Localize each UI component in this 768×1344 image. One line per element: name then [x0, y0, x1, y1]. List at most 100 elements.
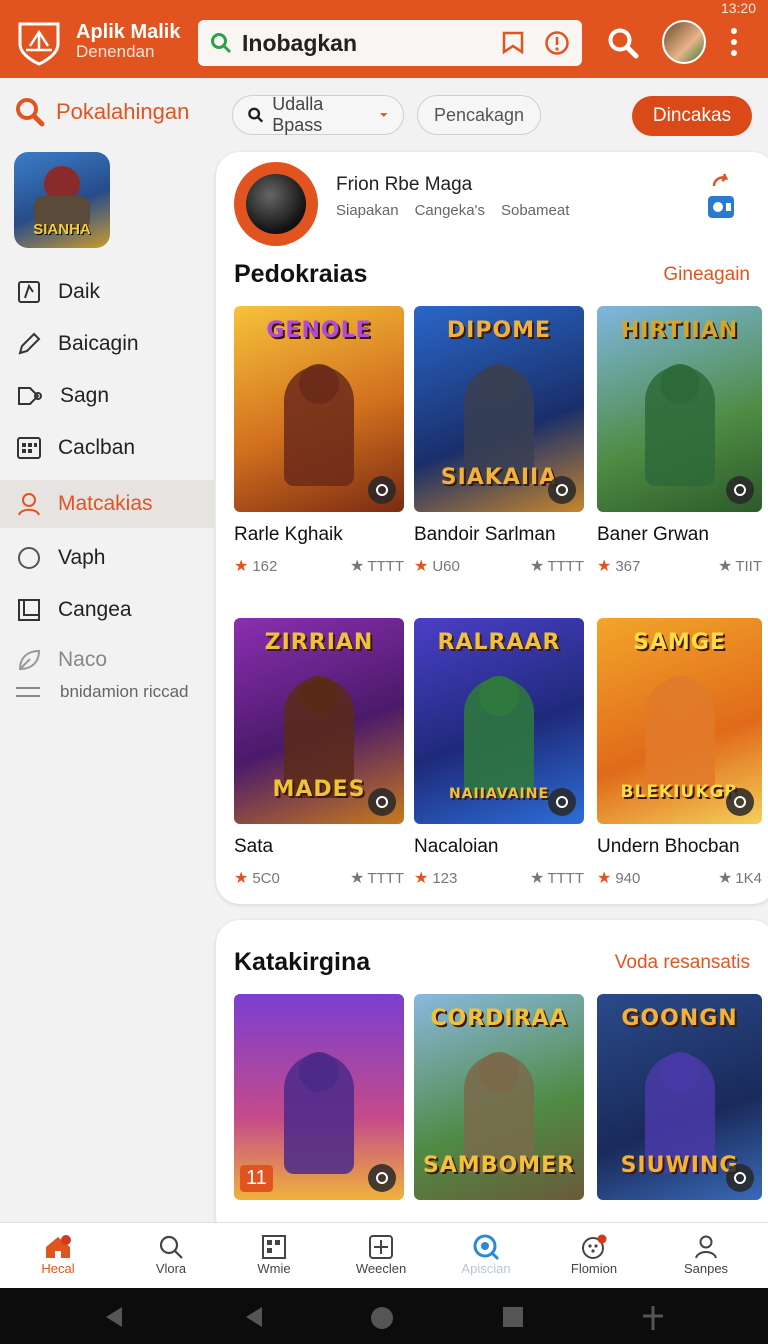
sidebar-item-daik[interactable]: Daik — [0, 268, 214, 316]
sidebar-sub-item[interactable]: bnidamion riccad — [16, 682, 189, 702]
game-card[interactable]: RALRAAR NAIIAVAINE Nacaloian ★ 123 ★ TTTT — [414, 618, 584, 888]
publisher-name: Frion Rbe Maga — [336, 174, 473, 195]
see-more-link[interactable]: Gineagain — [663, 264, 750, 286]
game-title: Rarle Kghaik — [234, 524, 343, 545]
grid-icon — [262, 1235, 286, 1259]
play-icon[interactable] — [726, 476, 754, 504]
game-card[interactable]: 11 — [234, 994, 404, 1200]
search-icon[interactable] — [606, 26, 640, 60]
leaf-icon — [18, 649, 41, 671]
meta-item: Cangeka's — [414, 202, 485, 219]
back-icon[interactable] — [244, 1306, 264, 1328]
star-icon: ★ — [234, 558, 249, 575]
secondary-pill-label: Pencakagn — [433, 104, 525, 125]
share-icon[interactable] — [706, 172, 736, 224]
search-icon — [248, 107, 264, 123]
sidebar-item-sagn[interactable]: Sagn — [0, 372, 214, 420]
star-icon: ★ — [350, 870, 365, 887]
game-card[interactable]: DIPOME SIAKAIIA Bandoir Sarlman ★ U60 ★ TT… — [414, 306, 584, 576]
status-time: 13:20 — [720, 0, 756, 16]
play-icon[interactable] — [368, 476, 396, 504]
sidebar-item-vaph[interactable]: Vaph — [0, 534, 214, 582]
rating: 162 — [252, 558, 278, 575]
play-icon[interactable] — [548, 476, 576, 504]
game-art: 11 — [234, 994, 404, 1200]
play-icon[interactable] — [368, 1164, 396, 1192]
play-icon[interactable] — [726, 788, 754, 816]
star-icon: ★ — [234, 870, 249, 887]
game-art: GOONGN SIUWING — [597, 994, 762, 1200]
game-stats: ★ 123 ★ TTTT — [414, 868, 584, 888]
secondary-pill[interactable]: Pencakagn — [417, 95, 541, 135]
star-icon: ★ — [597, 870, 612, 887]
search-field[interactable]: Inobagkan — [198, 20, 582, 66]
see-more-link[interactable]: Voda resansatis — [615, 952, 750, 974]
play-icon[interactable] — [726, 1164, 754, 1192]
nav-label: Sanpes — [683, 1261, 729, 1276]
game-art: CORDIRAA SAMBOMER — [414, 994, 584, 1200]
sidebar-item-baicagin[interactable]: Baicagin — [0, 320, 214, 368]
character-art — [284, 1054, 354, 1174]
bookmark-icon[interactable] — [500, 30, 526, 56]
play-icon[interactable] — [368, 788, 396, 816]
accessibility-icon[interactable] — [642, 1306, 664, 1330]
nav-tab-flomion[interactable]: Flomion — [546, 1233, 642, 1276]
star-icon: ★ — [717, 870, 733, 887]
game-card[interactable]: CORDIRAA SAMBOMER — [414, 994, 584, 1200]
game-art: ZIRRIAN MADES — [234, 618, 404, 824]
game-card[interactable]: ZIRRIAN MADES Sata ★ 5C0 ★ TTTT — [234, 618, 404, 888]
sidebar-item-cangea[interactable]: Cangea — [0, 586, 214, 634]
nav-label: Hecal — [41, 1261, 75, 1276]
nav-tab-apiscian[interactable]: Apiscian — [438, 1233, 534, 1276]
app-subtitle: Denendan — [76, 42, 155, 61]
more-menu-icon[interactable] — [726, 24, 742, 60]
nav-tab-games[interactable]: Wmie — [226, 1233, 322, 1276]
game-card[interactable]: GENOLE Rarle Kghaik ★ 162 ★ TTTT — [234, 306, 404, 576]
nav-label: Flomion — [570, 1261, 618, 1276]
star-icon: ★ — [530, 558, 545, 575]
top-app-bar: 13:20 Aplik Malik Denendan Inobagkan — [0, 0, 768, 78]
back-icon[interactable] — [104, 1306, 124, 1328]
chevron-down-icon — [380, 113, 389, 117]
primary-action-button[interactable]: Dincakas — [632, 96, 752, 136]
game-title: Sata — [234, 836, 274, 857]
sidebar-game-thumbnail[interactable]: SIANHA — [14, 152, 110, 248]
sidebar-item-naco[interactable]: Naco — [0, 636, 214, 684]
art-title: RALRAAR — [437, 630, 561, 655]
nav-tab-search[interactable]: Vlora — [123, 1233, 219, 1276]
game-stats: ★ 367 ★ TIIT — [597, 556, 762, 576]
rating: U60 — [432, 558, 460, 575]
sidebar-item-label: Caclban — [58, 436, 136, 459]
publisher-avatar[interactable] — [234, 162, 318, 246]
game-card[interactable]: SAMGE BLEKIUKGR Undern Bhocban ★ 940 ★ 1K4 — [597, 618, 762, 888]
nav-tab-weeclen[interactable]: Weeclen — [333, 1233, 429, 1276]
review-count: TTTT — [367, 558, 404, 575]
filter-label: Udalla Bpass — [272, 94, 324, 135]
info-icon[interactable] — [544, 30, 570, 56]
search-icon — [159, 1235, 183, 1259]
app-name: Aplik Malik — [76, 21, 181, 43]
nav-label: Weeclen — [355, 1261, 407, 1276]
play-icon[interactable] — [548, 788, 576, 816]
gamepad-icon — [582, 1234, 607, 1259]
search-input-value[interactable]: Inobagkan — [242, 30, 357, 57]
rating: 123 — [432, 870, 458, 887]
game-card[interactable]: HIRTIIAN Baner Grwan ★ 367 ★ TIIT — [597, 306, 762, 576]
sidebar-item-caclban[interactable]: Caclban — [0, 424, 214, 472]
section-title: Pokalahingan — [56, 99, 190, 124]
user-avatar[interactable] — [662, 20, 706, 64]
nav-tab-profile[interactable]: Sanpes — [658, 1233, 754, 1276]
meta-item: Siapakan — [336, 202, 399, 219]
sidebar-item-label: Naco — [58, 648, 108, 671]
brand: Aplik Malik Denendan — [76, 22, 180, 61]
game-art: HIRTIIAN — [597, 306, 762, 512]
home-circle-icon[interactable] — [370, 1306, 394, 1330]
widget-icon — [369, 1235, 393, 1259]
art-title: GENOLE — [266, 318, 372, 343]
recents-icon[interactable] — [502, 1306, 524, 1328]
game-card[interactable]: GOONGN SIUWING — [597, 994, 762, 1200]
nav-tab-home[interactable]: Hecal — [10, 1233, 106, 1276]
sidebar-item-matcakias[interactable]: Matcakias — [0, 480, 214, 528]
status-bar: 13:20 — [721, 0, 756, 16]
filter-dropdown[interactable]: Udalla Bpass — [232, 94, 404, 135]
